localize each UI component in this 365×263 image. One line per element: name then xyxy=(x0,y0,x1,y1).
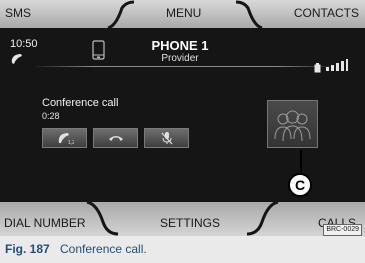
svg-text:1,2: 1,2 xyxy=(68,140,74,145)
figure-caption: Fig. 187 Conference call. xyxy=(0,236,365,263)
phone-device-icon xyxy=(92,40,106,67)
callout-leader-line xyxy=(300,150,302,175)
header-divider xyxy=(32,66,337,67)
infotainment-screen: SMS MENU CONTACTS DIAL NUMBER SETTINGS C… xyxy=(0,0,365,236)
group-icon xyxy=(274,110,311,142)
conference-button[interactable]: 1,2 xyxy=(42,128,87,148)
hang-up-button[interactable] xyxy=(93,128,138,148)
mute-button[interactable] xyxy=(144,128,189,148)
clock: 10:50 xyxy=(10,38,38,50)
hang-up-icon xyxy=(109,136,123,141)
callout-c: C xyxy=(288,173,312,197)
mute-icon xyxy=(161,132,173,145)
caption-figure-number: Fig. 187 xyxy=(5,242,50,256)
signal-strength-icon xyxy=(326,58,348,76)
battery-icon xyxy=(314,60,321,78)
call-duration: 0:28 xyxy=(42,111,60,121)
reference-code: BRC-0029 xyxy=(323,224,362,236)
conference-avatar xyxy=(267,100,318,148)
phone-handset-icon xyxy=(10,52,24,70)
conference-icon: 1,2 xyxy=(58,133,74,145)
provider-name: Provider xyxy=(161,53,199,64)
phone-name: PHONE 1 xyxy=(151,38,209,53)
caption-text: Conference call. xyxy=(60,242,147,256)
call-title: Conference call xyxy=(42,97,119,109)
